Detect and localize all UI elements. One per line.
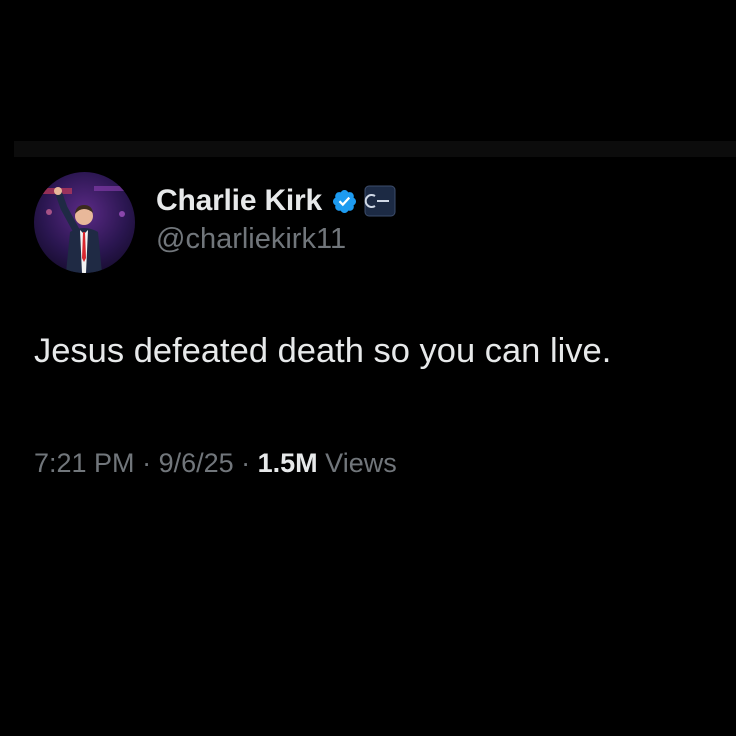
avatar[interactable] [34, 172, 135, 273]
author-handle[interactable]: @charliekirk11 [156, 223, 346, 256]
views-count[interactable]: 1.5M [258, 448, 318, 478]
tweet-text: Jesus defeated death so you can live. [34, 332, 612, 370]
tweet-screenshot: Charlie Kirk @charliekirk11 Jesus defeat… [0, 0, 736, 736]
author-name-row: Charlie Kirk [156, 181, 396, 221]
tweet-meta: 7:21 PM · 9/6/25 · 1.5M Views [34, 448, 397, 479]
tweet-time[interactable]: 7:21 PM [34, 448, 135, 478]
affiliate-badge-icon[interactable] [364, 185, 396, 217]
author-display-name[interactable]: Charlie Kirk [156, 184, 322, 218]
tweet-date[interactable]: 9/6/25 [159, 448, 234, 478]
views-label: Views [317, 448, 397, 478]
meta-separator: · [134, 448, 159, 478]
divider [14, 141, 736, 157]
avatar-image [34, 172, 135, 273]
verified-badge-icon[interactable] [331, 188, 358, 215]
meta-separator: · [233, 448, 258, 478]
